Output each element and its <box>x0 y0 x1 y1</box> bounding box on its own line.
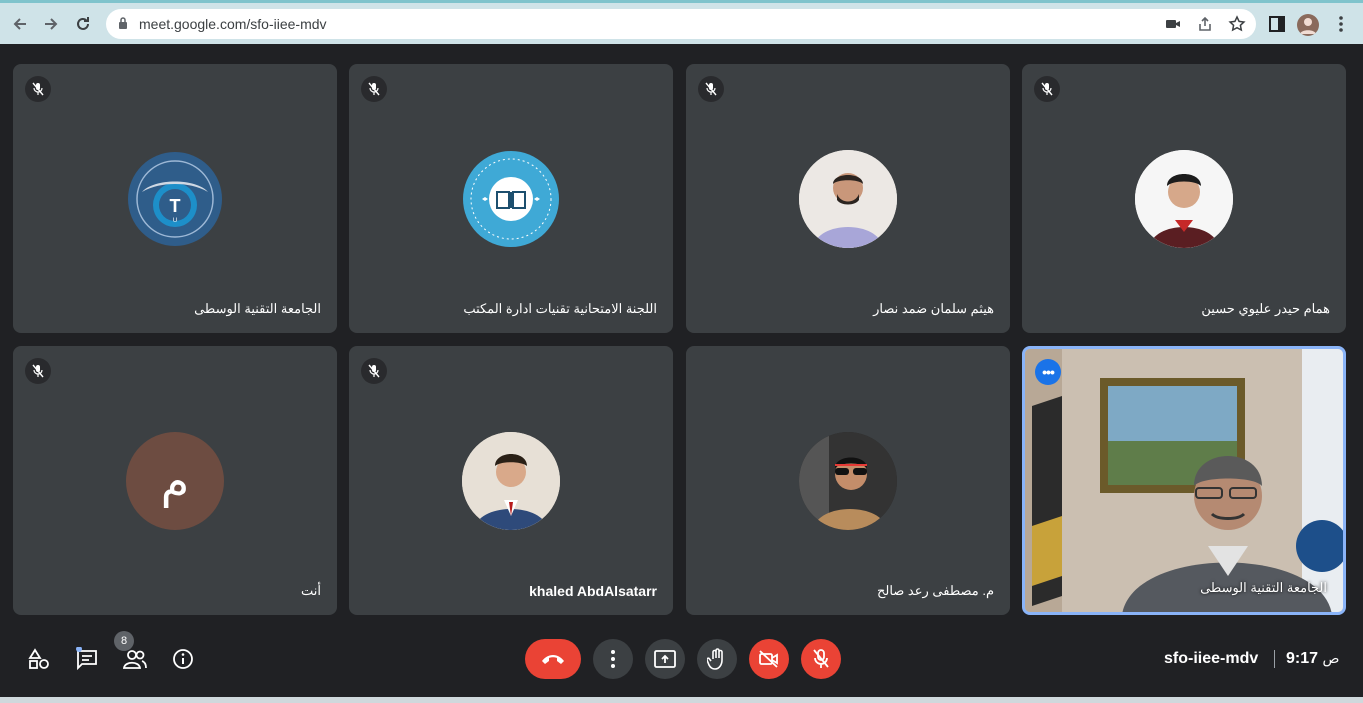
time-value: 9:17 <box>1286 650 1319 667</box>
participant-tile[interactable]: م. مصطفى رعد صالح <box>686 346 1010 615</box>
arrow-left-icon <box>13 18 26 30</box>
share-icon[interactable] <box>1196 15 1214 33</box>
department-logo <box>462 150 560 248</box>
more-vert-icon[interactable] <box>1330 13 1352 35</box>
more-vert-icon <box>611 650 615 668</box>
star-icon[interactable] <box>1228 15 1246 33</box>
participant-photo <box>799 432 897 530</box>
lock-icon <box>119 17 127 29</box>
forward-button[interactable] <box>38 11 64 37</box>
present-screen-button[interactable] <box>645 639 685 679</box>
mic-off-icon <box>813 649 829 668</box>
url-text: meet.google.com/sfo-iiee-mdv <box>139 16 327 32</box>
camera-toggle-button[interactable] <box>749 639 789 679</box>
university-logo: T U <box>126 150 224 248</box>
svg-text:U: U <box>173 218 177 224</box>
mic-off-icon <box>25 358 51 384</box>
participant-photo <box>1135 150 1233 248</box>
participant-tile[interactable]: همام حيدر عليوي حسين <box>1022 64 1346 333</box>
participant-tile[interactable]: T U الجامعة التقنية الوسطى <box>13 64 337 333</box>
mic-toggle-button[interactable] <box>801 639 841 679</box>
reload-icon <box>77 17 89 30</box>
meeting-info-button[interactable] <box>169 645 197 673</box>
meeting-code: sfo-iiee-mdv <box>1164 650 1259 667</box>
participant-tile[interactable]: khaled AbdAlsatarr <box>349 346 673 615</box>
participant-tile-self[interactable]: م أنت <box>13 346 337 615</box>
time-suffix: ص <box>1322 650 1340 666</box>
leave-call-button[interactable] <box>525 639 581 679</box>
participant-photo <box>799 150 897 248</box>
initial-avatar: م <box>126 432 224 530</box>
window-bottom-edge <box>0 697 1363 703</box>
mic-off-icon <box>698 76 724 102</box>
meeting-time: ص 9:17 <box>1286 650 1339 668</box>
divider <box>1274 650 1275 668</box>
info-icon <box>173 649 193 669</box>
activities-button[interactable] <box>25 645 53 673</box>
side-panel-icon[interactable] <box>1266 13 1288 35</box>
svg-text:T: T <box>170 196 181 216</box>
back-button[interactable] <box>7 11 33 37</box>
camera-icon[interactable] <box>1164 15 1182 33</box>
participant-name: هيثم سلمان ضمد نصار <box>873 301 994 316</box>
participant-name: م. مصطفى رعد صالح <box>876 583 994 598</box>
participant-name: الجامعة التقنية الوسطى <box>194 301 321 316</box>
participant-tile[interactable]: هيثم سلمان ضمد نصار <box>686 64 1010 333</box>
shapes-icon <box>28 648 49 669</box>
chat-icon <box>76 647 97 671</box>
reload-button[interactable] <box>70 11 96 37</box>
participant-photo <box>462 432 560 530</box>
browser-toolbar: meet.google.com/sfo-iiee-mdv <box>0 0 1363 44</box>
mic-off-icon <box>25 76 51 102</box>
arrow-right-icon <box>45 18 58 30</box>
call-end-icon <box>542 655 564 664</box>
more-options-button[interactable]: ••• <box>1035 359 1061 385</box>
mic-off-icon <box>1034 76 1060 102</box>
mic-off-icon <box>361 76 387 102</box>
person-icon <box>1300 18 1316 34</box>
mic-off-icon <box>361 358 387 384</box>
participant-name: khaled AbdAlsatarr <box>529 583 657 599</box>
participant-name: الجامعة التقنية الوسطى <box>1200 580 1327 595</box>
participant-name: أنت <box>301 583 321 598</box>
participants-count-badge: 8 <box>114 631 134 651</box>
raise-hand-button[interactable] <box>697 639 737 679</box>
chat-button[interactable] <box>73 645 101 673</box>
address-bar[interactable]: meet.google.com/sfo-iiee-mdv <box>106 9 1256 39</box>
participant-tile-active-video[interactable]: ••• الجامعة التقنية الوسطى <box>1022 346 1346 615</box>
participant-tile[interactable]: اللجنة الامتحانية تقنيات ادارة المكتب <box>349 64 673 333</box>
avatar-initial: م <box>160 454 190 508</box>
videocam-off-icon <box>759 650 778 668</box>
hand-icon <box>707 648 723 670</box>
profile-avatar[interactable] <box>1297 14 1319 36</box>
present-to-all-icon <box>654 650 676 668</box>
participant-name: همام حيدر عليوي حسين <box>1201 301 1330 316</box>
video-feed <box>1025 349 1343 612</box>
more-options-button[interactable] <box>593 639 633 679</box>
participant-name: اللجنة الامتحانية تقنيات ادارة المكتب <box>463 301 657 316</box>
